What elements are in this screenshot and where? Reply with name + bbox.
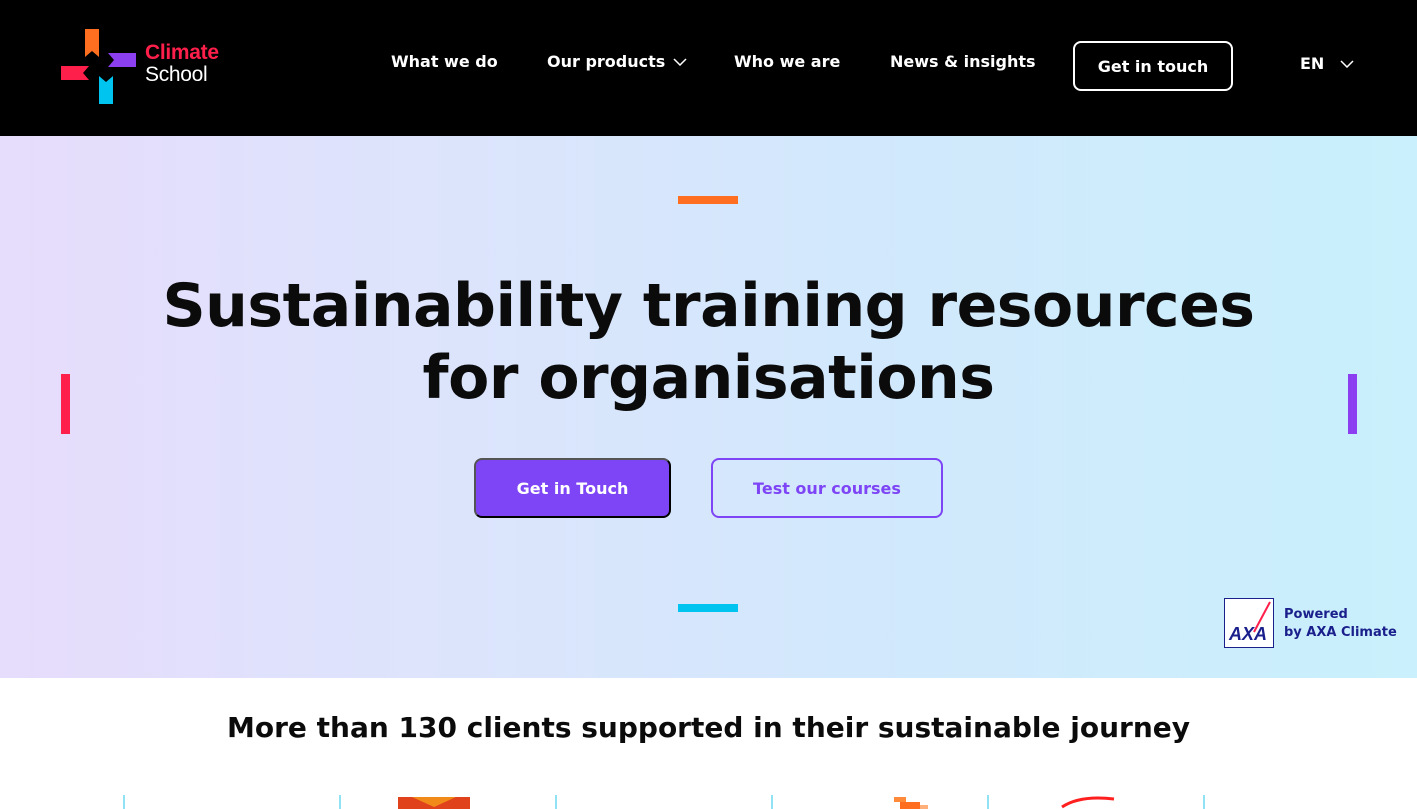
logo-cross-icon: [61, 29, 136, 104]
powered-line2: by AXA Climate: [1284, 625, 1397, 640]
logo-divider: [123, 795, 125, 809]
test-our-courses-button[interactable]: Test our courses: [711, 458, 943, 518]
hero-title-line2: for organisations: [422, 343, 995, 413]
logo-wordmark: Climate School: [145, 42, 219, 86]
client-logos-row: [0, 795, 1417, 809]
nav-label: What we do: [391, 52, 498, 71]
nav-label: Who we are: [734, 52, 841, 71]
nav-label: News & insights: [890, 52, 1036, 71]
accent-bar-cyan: [678, 604, 738, 612]
clients-title: More than 130 clients supported in their…: [227, 711, 1190, 744]
get-in-touch-button[interactable]: Get in Touch: [474, 458, 671, 518]
logo-divider: [987, 795, 989, 809]
powered-by-axa-badge[interactable]: AXA Powered by AXA Climate: [1224, 598, 1414, 648]
logo-word-school: School: [145, 63, 208, 86]
powered-line1: Powered: [1284, 607, 1348, 622]
hero-section: Sustainability training resources for or…: [0, 136, 1417, 678]
logo-divider: [1203, 795, 1205, 809]
nav-our-products[interactable]: Our products: [547, 52, 687, 71]
logo-divider: [771, 795, 773, 809]
nav-what-we-do[interactable]: What we do: [391, 52, 498, 71]
site-header: Climate School What we do Our products W…: [0, 0, 1417, 136]
nav-news-insights[interactable]: News & insights: [890, 52, 1036, 71]
hero-title-line1: Sustainability training resources: [162, 271, 1255, 341]
accent-bar-orange: [678, 196, 738, 204]
language-selector[interactable]: EN: [1300, 54, 1354, 73]
nav-who-we-are[interactable]: Who we are: [734, 52, 840, 71]
nav-label: Our products: [547, 52, 666, 71]
client-logo: [398, 797, 470, 809]
client-logo: [1061, 796, 1115, 809]
chevron-down-icon: [1340, 59, 1354, 68]
axa-logo-text: AXA: [1228, 624, 1267, 644]
logo-divider: [555, 795, 557, 809]
axa-logo-icon: AXA: [1224, 598, 1274, 648]
client-logo: [894, 797, 928, 809]
powered-by-text: Powered by AXA Climate: [1284, 606, 1397, 642]
hero-title: Sustainability training resources for or…: [0, 270, 1417, 414]
logo-divider: [339, 795, 341, 809]
chevron-down-icon: [673, 57, 687, 66]
language-label: EN: [1300, 54, 1325, 73]
climate-school-logo[interactable]: Climate School: [60, 28, 240, 106]
logo-word-climate: Climate: [145, 41, 219, 64]
get-in-touch-header-button[interactable]: Get in touch: [1073, 41, 1233, 91]
